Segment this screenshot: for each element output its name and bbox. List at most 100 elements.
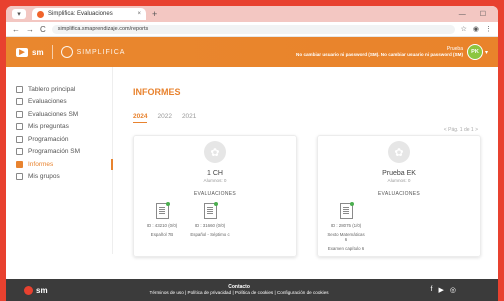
reload-icon[interactable]: C	[40, 25, 46, 34]
sidebar-item-label: Tablero principal	[28, 85, 76, 93]
document-icon	[16, 98, 23, 106]
page-title: INFORMES	[133, 87, 181, 97]
url-field[interactable]: simplifica.smaprendizaje.com/reports	[51, 24, 455, 34]
sidebar-item-programacion[interactable]: Programación	[6, 133, 112, 146]
youtube-icon[interactable]: ▶	[439, 286, 444, 294]
back-icon[interactable]: ←	[12, 25, 20, 34]
main-area: Tablero principal Evaluaciones Evaluacio…	[6, 67, 498, 257]
evaluation-id: ID : 31660 (0/0)	[194, 223, 226, 228]
header-divider	[51, 45, 53, 59]
evaluation-id: ID : 43210 (0/0)	[146, 223, 178, 228]
extensions-icon[interactable]: ◉	[473, 25, 479, 33]
evaluation-item[interactable]: ID : 31660 (0/0) Español - Séptimo c	[190, 202, 230, 237]
simplifica-icon	[60, 46, 73, 58]
tab-2021[interactable]: 2021	[182, 113, 196, 123]
footer: sm Contacto Términos de uso | Política d…	[6, 279, 498, 301]
document-icon	[339, 202, 354, 219]
section-label: EVALUACIONES	[377, 191, 421, 197]
tab-2022[interactable]: 2022	[157, 113, 171, 123]
footer-links[interactable]: Términos de uso | Política de privacidad…	[150, 290, 329, 296]
close-tab-icon[interactable]: ×	[137, 11, 141, 17]
evaluation-name: Sexto Matemáticas 6	[327, 232, 365, 242]
students-count: Alumnos: 0	[387, 178, 411, 183]
group-card[interactable]: ✿ 1 CH Alumnos: 0 EVALUACIONES ID : 4321…	[133, 135, 297, 257]
evaluation-id: ID : 28075 (1/0)	[330, 223, 362, 228]
sidebar-item-label: Mis preguntas	[28, 123, 69, 131]
sidebar: Tablero principal Evaluaciones Evaluacio…	[6, 67, 113, 254]
sidebar-item-mis-grupos[interactable]: Mis grupos	[6, 171, 112, 184]
browser-window: ▾ Simplifica: Evaluaciones × + — ☐ ← → C…	[6, 6, 498, 301]
window-controls[interactable]: — ☐	[459, 10, 492, 18]
sm-logo[interactable]: ▶ sm	[16, 47, 44, 57]
year-tabs: 2024 2022 2021	[133, 113, 482, 123]
instagram-icon[interactable]: ◎	[450, 286, 456, 294]
facebook-icon[interactable]: f	[431, 286, 433, 294]
chevron-down-icon[interactable]: ▾	[485, 49, 488, 56]
group-icon: ✿	[204, 141, 226, 163]
group-icon: ✿	[388, 141, 410, 163]
sidebar-item-mis-preguntas[interactable]: Mis preguntas	[6, 121, 112, 134]
document-icon	[155, 202, 170, 219]
brand-label: sm	[32, 47, 44, 57]
sidebar-item-label: Evaluaciones	[28, 98, 67, 106]
evaluation-list: ID : 28075 (1/0) Sexto Matemáticas 6 Exa…	[318, 202, 480, 251]
app-header: ▶ sm SIMPLIFICA Prueba No cambiar usuari…	[6, 37, 498, 67]
product-label: SIMPLIFICA	[76, 48, 126, 56]
simplifica-logo: SIMPLIFICA	[60, 46, 126, 58]
browser-tab[interactable]: Simplifica: Evaluaciones ×	[32, 8, 146, 20]
search-icon	[16, 123, 23, 131]
sidebar-item-label: Evaluaciones SM	[28, 110, 79, 118]
logo-mark-icon	[24, 285, 33, 295]
user-info: Prueba No cambiar usuario ni password (S…	[296, 46, 463, 58]
forward-icon[interactable]: →	[26, 25, 34, 34]
status-dot-icon	[165, 202, 170, 206]
evaluation-name: Español 7B	[150, 232, 174, 237]
evaluation-detail: Examen capítulo 6	[327, 246, 365, 251]
tab-title: Simplifica: Evaluaciones	[48, 11, 113, 17]
status-dot-icon	[213, 202, 218, 206]
sidebar-item-programacion-sm[interactable]: Programación SM	[6, 146, 112, 159]
tab-bar: ▾ Simplifica: Evaluaciones × + — ☐	[6, 6, 498, 22]
sidebar-item-label: Programación SM	[28, 148, 81, 156]
sidebar-item-evaluaciones[interactable]: Evaluaciones	[6, 96, 112, 109]
user-warning: No cambiar usuario ni password (SM). No …	[296, 52, 463, 57]
menu-icon[interactable]: ⋮	[485, 25, 492, 33]
sidebar-item-label: Informes	[28, 160, 54, 168]
group-card[interactable]: ✿ Prueba EK Alumnos: 0 EVALUACIONES ID :…	[317, 135, 481, 257]
document-icon	[16, 110, 23, 118]
group-name: Prueba EK	[382, 170, 416, 177]
content: INFORMES 2024 2022 2021 < Pág. 1 de 1 > …	[113, 67, 498, 257]
tab-2024[interactable]: 2024	[133, 113, 148, 123]
star-icon[interactable]: ☆	[461, 25, 467, 33]
logo-mark-icon: ▶	[16, 47, 28, 57]
group-cards: ✿ 1 CH Alumnos: 0 EVALUACIONES ID : 4321…	[133, 135, 482, 257]
sidebar-item-tablero[interactable]: Tablero principal	[6, 83, 112, 96]
sidebar-item-informes[interactable]: Informes	[6, 158, 113, 171]
dashboard-icon	[16, 85, 23, 93]
sidebar-item-evaluaciones-sm[interactable]: Evaluaciones SM	[6, 108, 112, 121]
status-dot-icon	[349, 202, 354, 206]
document-icon	[203, 202, 218, 219]
favicon-icon	[37, 10, 44, 18]
chart-icon	[16, 160, 23, 168]
footer-contact: Contacto Términos de uso | Política de p…	[150, 284, 329, 296]
sidebar-item-label: Programación	[28, 135, 69, 143]
calendar-icon	[16, 135, 23, 143]
section-label: EVALUACIONES	[193, 191, 237, 197]
calendar-icon	[16, 148, 23, 156]
evaluation-item[interactable]: ID : 43210 (0/0) Español 7B	[142, 202, 182, 237]
evaluation-list: ID : 43210 (0/0) Español 7B ID : 31660 (…	[134, 202, 296, 237]
pagination[interactable]: < Pág. 1 de 1 >	[444, 127, 478, 133]
avatar[interactable]: PK	[466, 44, 483, 60]
group-name: 1 CH	[207, 170, 223, 177]
tab-list-button[interactable]: ▾	[12, 9, 26, 19]
social-links: f ▶ ◎	[431, 286, 456, 294]
footer-logo[interactable]: sm	[24, 285, 48, 295]
evaluation-item[interactable]: ID : 28075 (1/0) Sexto Matemáticas 6 Exa…	[326, 202, 366, 251]
footer-brand: sm	[36, 285, 48, 295]
group-icon	[16, 173, 23, 181]
new-tab-button[interactable]: +	[152, 9, 157, 19]
address-bar-row: ← → C simplifica.smaprendizaje.com/repor…	[6, 22, 498, 37]
sidebar-item-label: Mis grupos	[28, 173, 60, 181]
evaluation-name: Español - Séptimo c	[190, 232, 230, 237]
